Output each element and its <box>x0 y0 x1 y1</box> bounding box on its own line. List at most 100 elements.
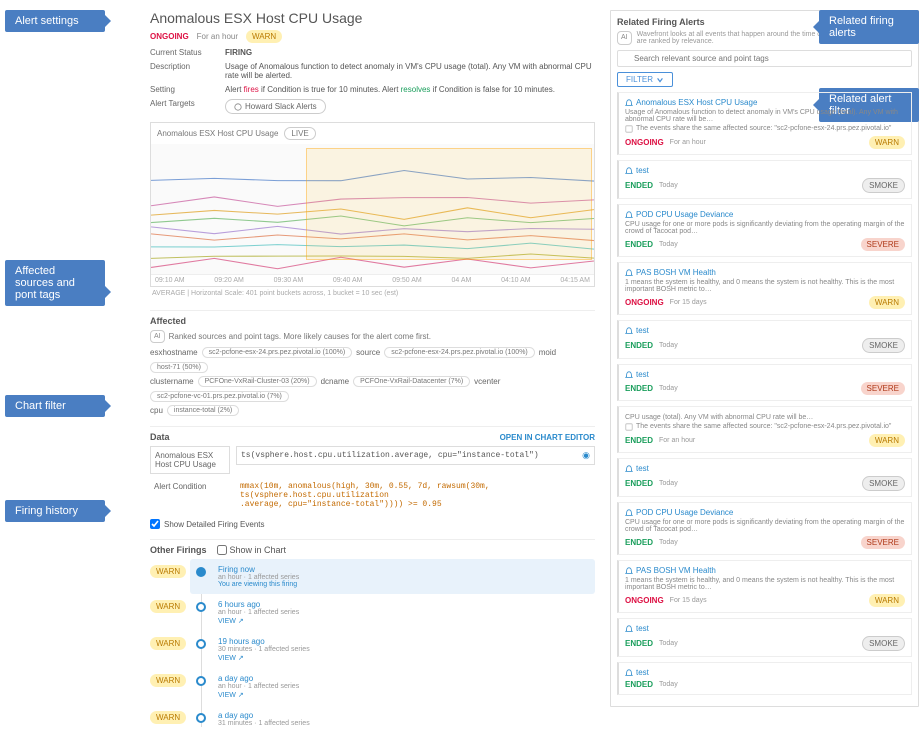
related-status: ENDED <box>625 639 653 648</box>
show-detailed-label: Show Detailed Firing Events <box>164 520 265 529</box>
timeline-dot <box>196 713 206 723</box>
related-alert-card[interactable]: test ENDEDTodaySMOKE <box>617 618 912 657</box>
firing-view-link[interactable]: VIEW ↗ <box>218 617 244 625</box>
related-status: ONGOING <box>625 298 664 307</box>
related-when: Today <box>659 241 678 248</box>
related-alert-desc: CPU usage for one or more pods is signif… <box>625 221 905 235</box>
firing-view-link[interactable]: VIEW ↗ <box>218 691 244 699</box>
related-alert-link[interactable]: POD CPU Usage Deviance <box>625 508 905 517</box>
bell-icon <box>625 371 633 379</box>
firing-view-link[interactable]: VIEW ↗ <box>218 654 244 662</box>
current-status-value: FIRING <box>225 48 595 57</box>
related-alert-card[interactable]: testENDEDToday <box>617 662 912 695</box>
ai-badge: AI <box>617 31 632 45</box>
description-value: Usage of Anomalous function to detect an… <box>225 62 595 80</box>
related-alert-card[interactable]: testENDEDTodaySMOKE <box>617 458 912 497</box>
query-label: Anomalous ESX Host CPU Usage <box>150 446 230 474</box>
chart-area[interactable] <box>151 144 594 274</box>
related-severity-badge: WARN <box>869 434 905 447</box>
related-alert-card[interactable]: CPU usage (total). Any VM with abnormal … <box>617 406 912 453</box>
related-alert-link[interactable]: Anomalous ESX Host CPU Usage <box>625 98 905 107</box>
related-alert-link[interactable]: PAS BOSH VM Health <box>625 268 905 277</box>
tag-pill[interactable]: instance-total (2%) <box>167 405 239 416</box>
affected-desc: Ranked sources and point tags. More like… <box>169 332 431 341</box>
related-alert-link[interactable]: test <box>625 166 905 175</box>
tag-pill[interactable]: host-71 (50%) <box>150 362 208 373</box>
chart-footer: AVERAGE | Horizontal Scale: 401 point bu… <box>150 287 595 300</box>
related-alert-link[interactable]: test <box>625 624 905 633</box>
related-alert-card[interactable]: PAS BOSH VM Health1 means the system is … <box>617 560 912 613</box>
related-severity-badge: WARN <box>869 296 905 309</box>
tag-label: clustername <box>150 377 194 386</box>
related-alert-card[interactable]: test ENDEDTodaySMOKE <box>617 320 912 359</box>
related-alert-foot: ENDEDTodaySEVERE <box>625 382 905 395</box>
show-detailed-checkbox[interactable] <box>150 519 160 529</box>
tag-pill[interactable]: PCFOne-VxRail-Cluster-03 (20%) <box>198 376 317 387</box>
tag-pill[interactable]: sc2-pcfone-esx-24.prs.pez.pivotal.io (10… <box>384 347 535 358</box>
tag-pill[interactable]: PCFOne-VxRail-Datacenter (7%) <box>353 376 470 387</box>
alert-target-pill[interactable]: Howard Slack Alerts <box>225 99 326 114</box>
related-alert-card[interactable]: POD CPU Usage DevianceCPU usage for one … <box>617 502 912 555</box>
related-alert-foot: ONGOINGFor 15 daysWARN <box>625 594 905 607</box>
firing-item[interactable]: WARN19 hours ago30 minutes · 1 affected … <box>190 631 595 668</box>
live-toggle[interactable]: LIVE <box>284 127 315 140</box>
related-alert-desc: 1 means the system is healthy, and 0 mea… <box>625 279 905 293</box>
tag-label: vcenter <box>474 377 500 386</box>
other-firings-heading: Other Firings <box>150 545 207 555</box>
search-input[interactable] <box>617 50 912 67</box>
open-chart-editor-link[interactable]: OPEN IN CHART EDITOR <box>500 433 595 442</box>
related-status: ENDED <box>625 181 653 190</box>
related-alert-foot: ENDEDTodaySMOKE <box>625 338 905 353</box>
query-body[interactable]: ts(vsphere.host.cpu.utilization.average,… <box>236 446 595 465</box>
firing-item[interactable]: WARN6 hours agoan hour · 1 affected seri… <box>190 594 595 631</box>
chevron-down-icon <box>656 76 664 84</box>
tag-label: source <box>356 348 380 357</box>
chart-x-axis: 09:10 AM09:20 AM09:30 AM09:40 AM09:50 AM… <box>151 274 594 286</box>
tag-pill[interactable]: sc2-pcfone-esx-24.prs.pez.pivotal.io (10… <box>202 347 353 358</box>
related-alert-link[interactable]: PAS BOSH VM Health <box>625 566 905 575</box>
related-alert-foot: ENDEDTodaySMOKE <box>625 636 905 651</box>
ai-icon: AI <box>150 330 165 343</box>
related-panel: Related Firing Alerts AI Wavefront looks… <box>610 10 919 707</box>
firing-item[interactable]: WARNa day agoan hour · 1 affected series… <box>190 668 595 705</box>
show-in-chart-checkbox[interactable] <box>217 545 227 555</box>
related-when: For an hour <box>659 437 695 444</box>
timeline-dot <box>196 639 206 649</box>
bell-icon <box>625 509 633 517</box>
related-when: Today <box>659 342 678 349</box>
tag-pill[interactable]: sc2-pcfone-vc-01.prs.pez.pivotal.io (7%) <box>150 391 289 402</box>
data-heading: Data <box>150 432 170 442</box>
related-severity-badge: SMOKE <box>862 178 905 193</box>
firing-current: You are viewing this firing <box>218 581 595 588</box>
related-alert-desc: Usage of Anomalous function to detect an… <box>625 109 905 123</box>
x-tick: 09:40 AM <box>333 277 363 284</box>
chart-title: Anomalous ESX Host CPU Usage <box>157 129 278 138</box>
eye-icon[interactable]: ◉ <box>582 451 590 461</box>
related-alert-link[interactable]: test <box>625 668 905 677</box>
firing-item[interactable]: WARNa day ago31 minutes · 1 affected ser… <box>190 705 595 733</box>
firing-item[interactable]: WARNFiring nowan hour · 1 affected serie… <box>190 559 595 594</box>
bell-icon <box>625 625 633 633</box>
related-alert-card[interactable]: Anomalous ESX Host CPU Usage Usage of Ano… <box>617 92 912 155</box>
related-alert-foot: ONGOINGFor 15 daysWARN <box>625 296 905 309</box>
related-status: ENDED <box>625 384 653 393</box>
related-alert-card[interactable]: test ENDEDTodaySEVERE <box>617 364 912 401</box>
related-status: ENDED <box>625 479 653 488</box>
related-alert-link[interactable]: POD CPU Usage Deviance <box>625 210 905 219</box>
x-tick: 09:30 AM <box>274 277 304 284</box>
status-ongoing: ONGOING <box>150 32 189 41</box>
related-alert-card[interactable]: PAS BOSH VM Health 1 means the system is … <box>617 262 912 315</box>
related-alert-card[interactable]: POD CPU Usage Deviance CPU usage for one … <box>617 204 912 257</box>
callout-related: Related firing alerts <box>819 10 919 44</box>
bell-icon <box>625 669 633 677</box>
related-alert-link[interactable]: test <box>625 464 905 473</box>
related-alert-link[interactable]: test <box>625 326 905 335</box>
x-tick: 09:50 AM <box>392 277 422 284</box>
timeline-dot <box>196 567 206 577</box>
filter-button[interactable]: FILTER <box>617 72 673 87</box>
callout-settings: Alert settings <box>5 10 105 32</box>
related-when: Today <box>659 182 678 189</box>
related-alert-foot: ENDEDTodaySEVERE <box>625 238 905 251</box>
related-alert-link[interactable]: test <box>625 370 905 379</box>
related-alert-card[interactable]: test ENDED Today SMOKE <box>617 160 912 199</box>
